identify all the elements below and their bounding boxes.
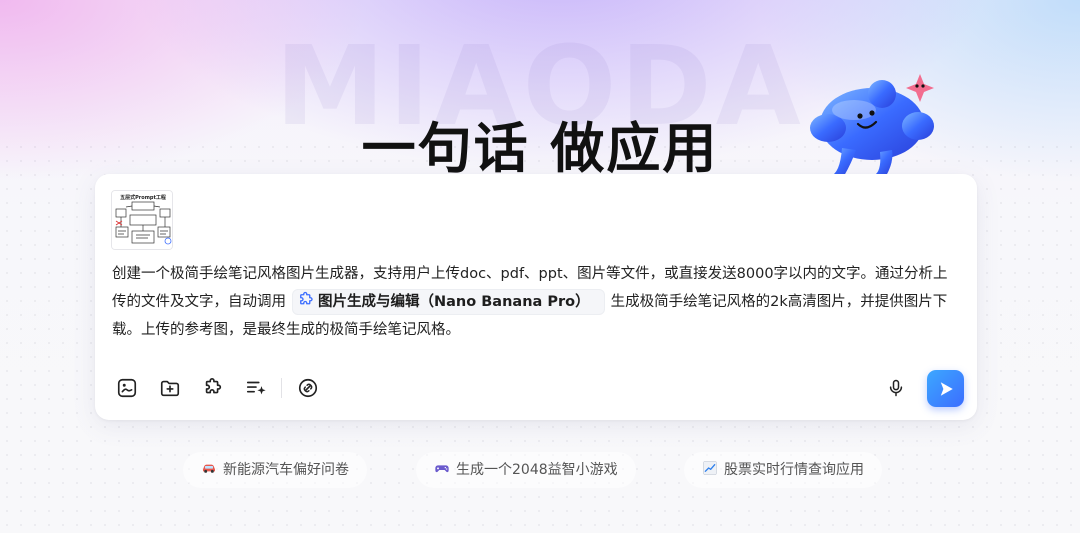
file-add-icon: [160, 380, 180, 397]
attachment-title: 五层式Prompt工程: [120, 194, 166, 201]
suggestion-label: 新能源汽车偏好问卷: [223, 462, 349, 478]
puzzle-icon: [300, 291, 313, 305]
car-icon: [203, 464, 215, 473]
suggestion-label: 生成一个2048益智小游戏: [456, 462, 618, 478]
prompt-text[interactable]: 创建一个极简手绘笔记风格图片生成器，支持用户上传doc、pdf、ppt、图片等文…: [112, 260, 962, 344]
image-upload-button[interactable]: [115, 376, 139, 400]
send-button[interactable]: [927, 370, 964, 407]
link-button[interactable]: [296, 376, 320, 400]
gamepad-icon: [435, 465, 449, 473]
prompt-composer: 五层式Prompt工程 创建一个极简手绘笔记风格图片生成器，支持用户上传doc、…: [95, 174, 977, 420]
link-icon: [298, 378, 318, 398]
plugin-chip[interactable]: 图片生成与编辑（Nano Banana Pro）: [292, 289, 605, 315]
mascot-illustration: [810, 74, 934, 176]
suggestion-chip-stock-app[interactable]: 股票实时行情查询应用: [684, 452, 882, 488]
suggestion-list: 新能源汽车偏好问卷 生成一个2048益智小游戏 股票实时行情查询应用: [0, 452, 1080, 488]
attachment-thumbnail[interactable]: 五层式Prompt工程: [111, 190, 173, 250]
suggestion-chip-2048-game[interactable]: 生成一个2048益智小游戏: [416, 452, 636, 488]
plugin-button[interactable]: [201, 376, 225, 400]
suggestion-chip-car-survey[interactable]: 新能源汽车偏好问卷: [183, 452, 367, 488]
toolbar-divider: [281, 378, 282, 398]
send-icon: [940, 381, 953, 396]
prompt-enhance-button[interactable]: [244, 376, 268, 400]
suggestion-label: 股票实时行情查询应用: [724, 462, 864, 478]
microphone-icon: [889, 379, 903, 397]
image-upload-icon: [117, 378, 137, 398]
prompt-enhance-icon: [246, 381, 266, 395]
voice-input-button[interactable]: [883, 374, 909, 402]
plugin-chip-label: 图片生成与编辑（Nano Banana Pro）: [318, 294, 590, 310]
plugin-icon: [205, 378, 222, 394]
composer-toolbar: [115, 374, 339, 402]
chart-up-icon: [703, 461, 717, 475]
file-add-button[interactable]: [158, 376, 182, 400]
sketch-note-preview-image: 五层式Prompt工程: [112, 191, 172, 249]
